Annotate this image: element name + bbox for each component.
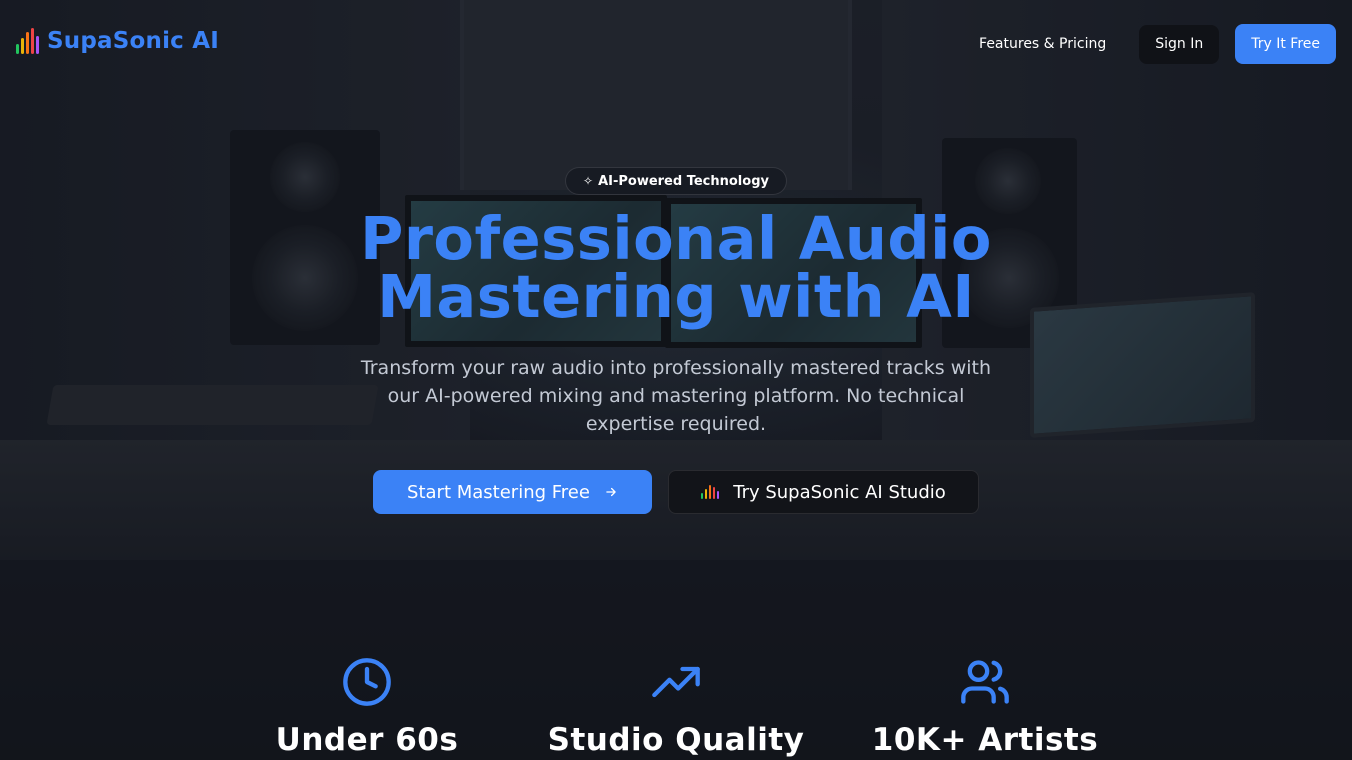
stat-speed: Under 60s bbox=[217, 656, 517, 758]
hero-title-line-2: Mastering with AI bbox=[377, 262, 975, 331]
nav-actions: Features & Pricing Sign In Try It Free bbox=[962, 24, 1336, 64]
try-studio-label: Try SupaSonic AI Studio bbox=[733, 481, 946, 503]
try-it-free-button[interactable]: Try It Free bbox=[1235, 24, 1336, 64]
stat-quality: Studio Quality bbox=[526, 656, 826, 758]
stat-value: Studio Quality bbox=[547, 722, 805, 758]
stat-value: 10K+ Artists bbox=[871, 722, 1099, 758]
sound-bars-logo-icon bbox=[16, 28, 39, 54]
start-mastering-free-button[interactable]: Start Mastering Free bbox=[373, 470, 652, 514]
stat-value: Under 60s bbox=[275, 722, 459, 758]
users-icon bbox=[961, 660, 1009, 704]
stat-artists: 10K+ Artists bbox=[835, 656, 1135, 758]
sparkles-icon: ✧ bbox=[583, 174, 594, 188]
top-navigation-bar: SupaSonic AI Features & Pricing Sign In … bbox=[0, 0, 1352, 88]
hero-title: Professional Audio Mastering with AI bbox=[276, 209, 1076, 326]
sign-in-button[interactable]: Sign In bbox=[1139, 24, 1220, 64]
clock-icon bbox=[343, 658, 391, 706]
hero-subtitle: Transform your raw audio into profession… bbox=[360, 357, 992, 435]
ai-powered-badge: ✧ AI-Powered Technology bbox=[565, 167, 787, 195]
brand-name: SupaSonic AI bbox=[47, 28, 219, 54]
start-mastering-label: Start Mastering Free bbox=[407, 481, 590, 503]
badge-label: AI-Powered Technology bbox=[598, 173, 769, 189]
trending-up-icon bbox=[652, 666, 700, 698]
features-pricing-link[interactable]: Features & Pricing bbox=[962, 26, 1123, 62]
sound-bars-icon bbox=[701, 485, 720, 499]
arrow-right-icon bbox=[606, 487, 616, 497]
brand-logo[interactable]: SupaSonic AI bbox=[16, 28, 219, 54]
try-studio-button[interactable]: Try SupaSonic AI Studio bbox=[668, 470, 979, 514]
